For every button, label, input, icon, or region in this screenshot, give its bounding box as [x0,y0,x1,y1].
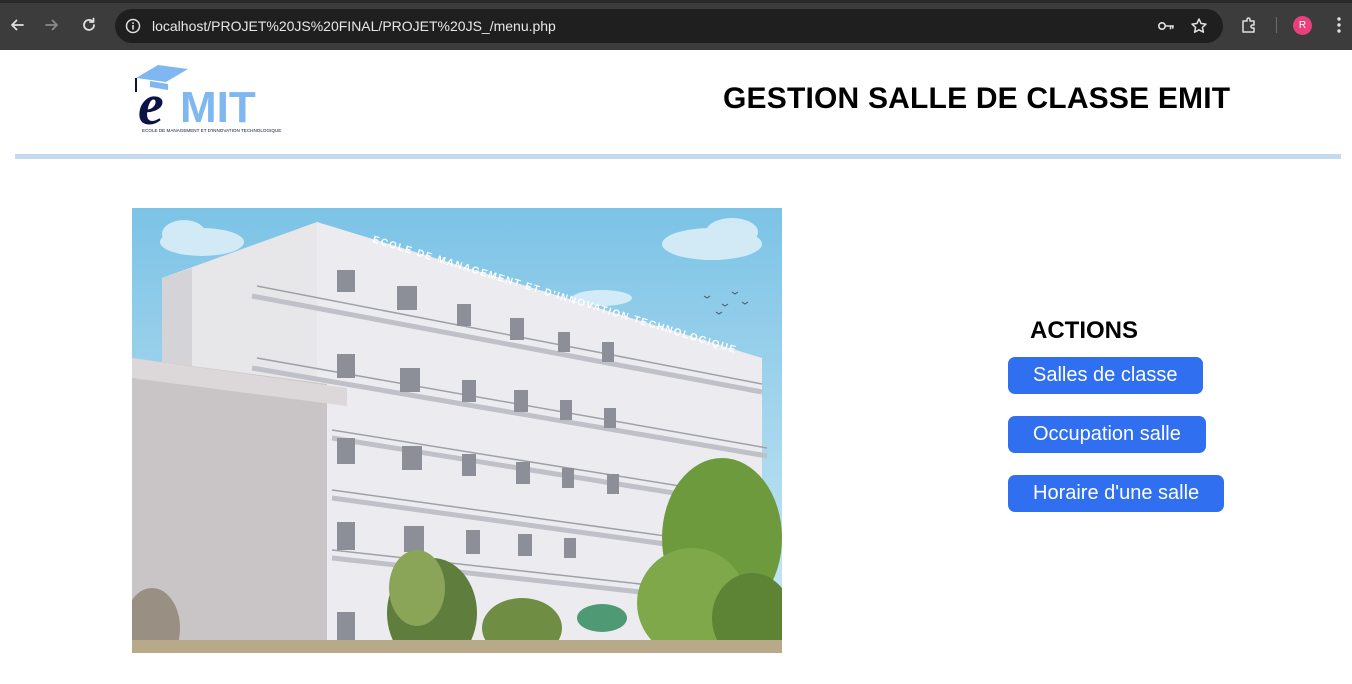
more-menu-icon[interactable] [1330,15,1348,35]
bookmark-star-icon[interactable] [1190,17,1208,35]
browser-toolbar: localhost/PROJET%20JS%20FINAL/PROJET%20J… [0,0,1352,50]
logo-letter-e: e [138,72,164,134]
page-content: e MIT ECOLE DE MANAGEMENT ET D'INNOVATIO… [0,50,1352,684]
horaire-salle-button[interactable]: Horaire d'une salle [1008,475,1225,512]
logo-letters-mit: MIT [180,83,256,132]
salles-de-classe-button[interactable]: Salles de classe [1008,357,1203,394]
logo-subtitle: ECOLE DE MANAGEMENT ET D'INNOVATION TECH… [142,128,281,133]
occupation-salle-button[interactable]: Occupation salle [1008,416,1206,453]
forward-button[interactable] [41,14,63,36]
arrow-right-icon [45,19,58,31]
toolbar-separator [1276,17,1277,33]
profile-avatar[interactable]: R [1293,16,1312,35]
emit-logo-graphic: e MIT ECOLE DE MANAGEMENT ET D'INNOVATIO… [135,65,281,137]
reload-icon [83,17,95,31]
site-info-icon[interactable] [124,17,142,35]
emit-logo: e MIT ECOLE DE MANAGEMENT ET D'INNOVATIO… [132,62,282,137]
actions-heading: ACTIONS [1030,317,1138,344]
header-divider [15,154,1341,159]
school-building-image: ECOLE DE MANAGEMENT ET D'INNOVATION TECH… [132,208,782,653]
page-title: GESTION SALLE DE CLASSE EMIT [723,82,1231,115]
back-button[interactable] [6,14,28,36]
extensions-icon[interactable] [1239,15,1259,35]
reload-button[interactable] [78,14,100,36]
building-illustration: ECOLE DE MANAGEMENT ET D'INNOVATION TECH… [132,208,782,653]
key-icon[interactable] [1157,17,1175,35]
arrow-left-icon [11,19,24,31]
url-text[interactable]: localhost/PROJET%20JS%20FINAL/PROJET%20J… [152,18,556,34]
address-bar[interactable]: localhost/PROJET%20JS%20FINAL/PROJET%20J… [115,9,1223,43]
tab-strip [0,0,1352,3]
